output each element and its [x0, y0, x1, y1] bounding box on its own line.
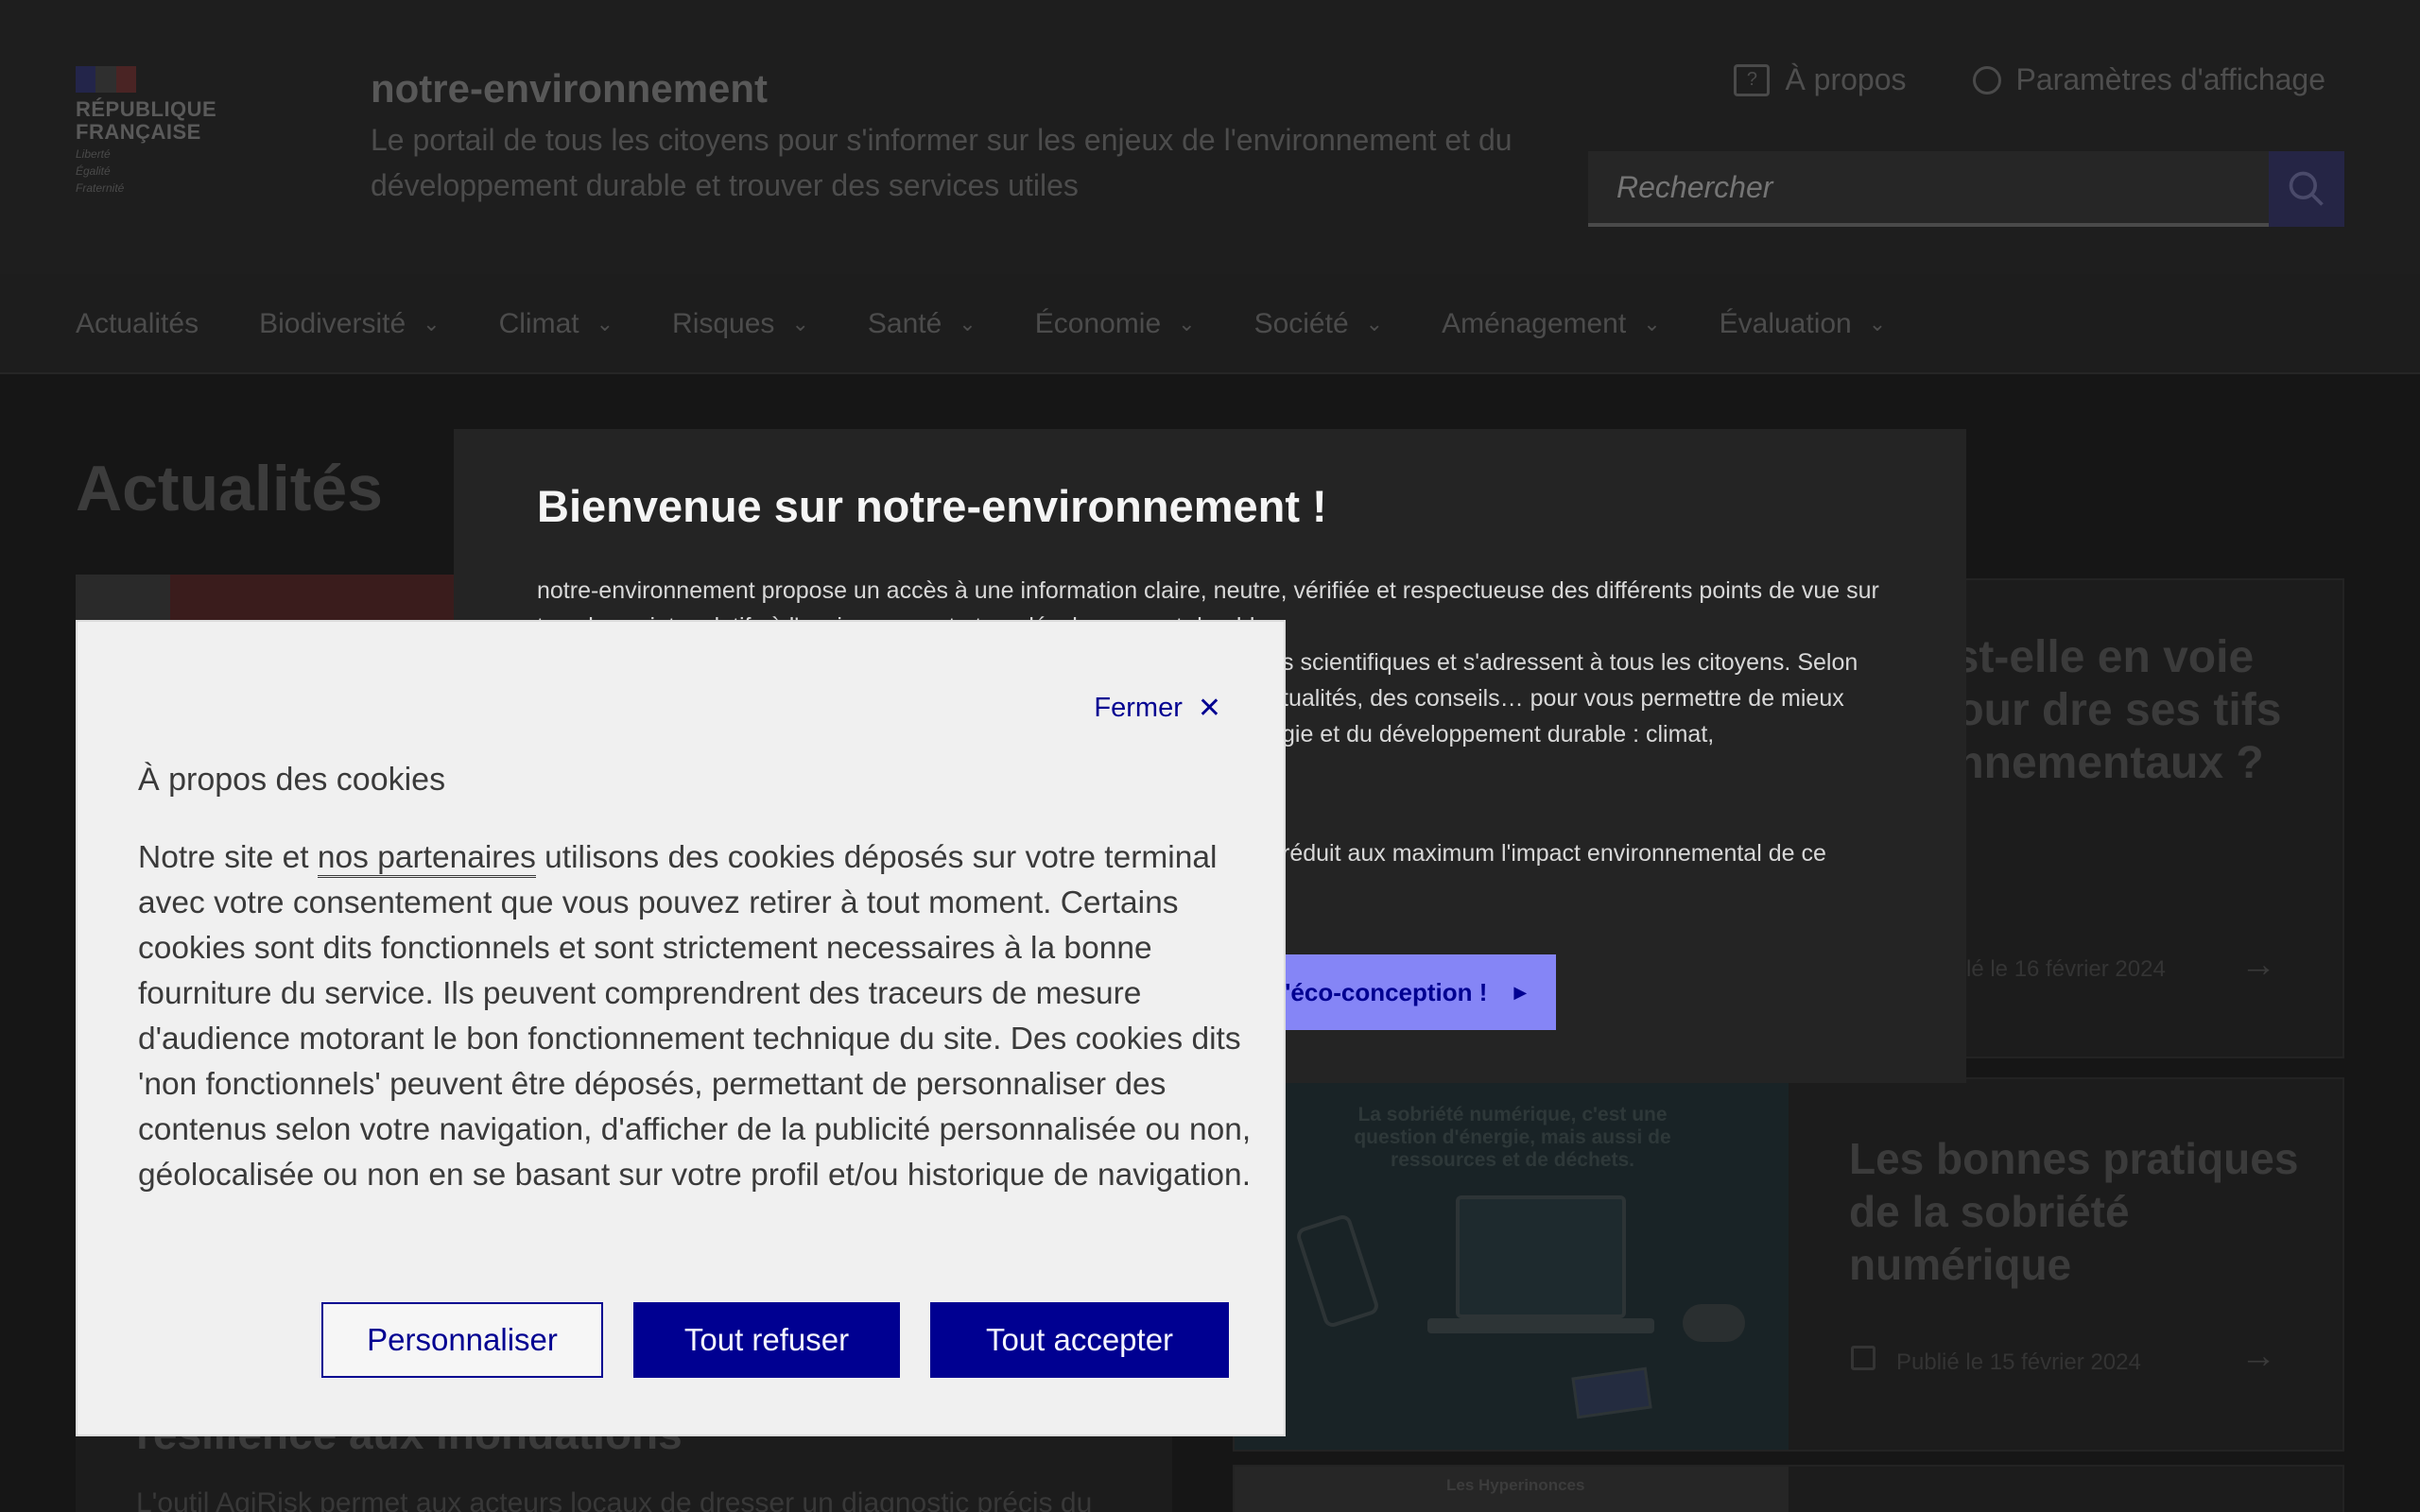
question-icon: ? [1734, 63, 1771, 96]
partners-link[interactable]: nos partenaires [317, 840, 536, 878]
nav-item-amenagement[interactable]: Aménagement ⌄ [1442, 308, 1661, 340]
logo-line-2: FRANÇAISE [76, 120, 201, 144]
chevron-down-icon: ⌄ [596, 312, 614, 335]
eco-conception-label: l'éco-conception ! [1278, 977, 1488, 1006]
welcome-paragraph-2: s scientifiques et s'adressent à tous le… [1282, 649, 1858, 676]
news-card-2-title[interactable]: Les bonnes pratiques de la sobriété numé… [1849, 1132, 2303, 1291]
news-card-1-date: lé le 16 février 2024 [1966, 956, 2166, 982]
customize-button[interactable]: Personnaliser [321, 1302, 603, 1378]
caret-right-icon: ▶ [1513, 982, 1528, 1002]
welcome-paragraph-4: gie et du développement durable : climat… [1282, 721, 1715, 747]
nav-item-climat[interactable]: Climat ⌄ [499, 308, 614, 340]
eco-conception-button[interactable]: l'éco-conception ! ▶ [1278, 954, 1556, 1030]
refuse-all-button[interactable]: Tout refuser [633, 1302, 900, 1378]
display-settings-link[interactable]: Paramètres d'affichage [1972, 62, 2325, 97]
flag-icon [76, 66, 136, 93]
search-icon [2289, 171, 2324, 206]
cookie-consent-modal: Fermer ✕ À propos des cookies Notre site… [76, 620, 1286, 1436]
nav-item-risques[interactable]: Risques ⌄ [672, 308, 809, 340]
news-card-1-title[interactable]: est-elle en voie pour dre ses tifs onnem… [1928, 631, 2325, 790]
chevron-down-icon: ⌄ [1868, 312, 1887, 335]
calendar-icon [1851, 1346, 1876, 1370]
site-tagline: Le portail de tous les citoyens pour s'i… [371, 123, 1512, 202]
header-tools: ? À propos Paramètres d'affichage [1734, 62, 2325, 97]
nav-item-sante[interactable]: Santé ⌄ [868, 308, 977, 340]
page-title: Actualités [76, 453, 383, 524]
nav-item-societe[interactable]: Société ⌄ [1254, 308, 1384, 340]
cookie-body-start: Notre site et [138, 840, 318, 875]
chevron-down-icon: ⌄ [423, 312, 441, 335]
laptop-base-illustration [1427, 1318, 1654, 1333]
about-link[interactable]: ? À propos [1734, 62, 1907, 97]
close-button-label: Fermer [1094, 693, 1183, 723]
welcome-paragraph-3: tualités, des conseils… pour vous permet… [1282, 685, 1844, 712]
nav-item-label: Climat [498, 308, 579, 339]
featured-card-description: L'outil AgiRisk permet aux acteurs locau… [136, 1487, 1093, 1512]
site-header: RÉPUBLIQUE FRANÇAISE Liberté Égalité Fra… [0, 0, 2420, 274]
nav-item-label: Évaluation [1719, 308, 1852, 339]
nav-item-label: Aménagement [1442, 308, 1627, 339]
featured-card-image [76, 575, 454, 622]
nav-item-label: Risques [672, 308, 775, 339]
accept-all-button[interactable]: Tout accepter [930, 1302, 1229, 1378]
nav-item-label: Biodiversité [259, 308, 406, 339]
close-button[interactable]: Fermer ✕ [1094, 692, 1221, 725]
nav-item-label: Économie [1034, 308, 1162, 339]
about-link-label: À propos [1785, 62, 1907, 96]
chevron-down-icon: ⌄ [1178, 312, 1196, 335]
chevron-down-icon: ⌄ [1365, 312, 1384, 335]
nav-item-economie[interactable]: Économie ⌄ [1035, 308, 1196, 340]
motto-line-3: Fraternité [76, 181, 125, 195]
theme-icon [1972, 65, 2001, 94]
main-navigation: Actualités Biodiversité ⌄ Climat ⌄ Risques… [0, 274, 2420, 374]
arrow-right-icon: → [2240, 945, 2276, 985]
laptop-illustration [1456, 1195, 1626, 1318]
logo-line-1: RÉPUBLIQUE [76, 97, 217, 121]
nav-item-label: Actualités [76, 308, 199, 339]
gamepad-illustration [1683, 1304, 1745, 1342]
search-input[interactable] [1588, 151, 2269, 227]
news-card-2-date: Publié le 15 février 2024 [1896, 1349, 2141, 1375]
search-bar [1588, 151, 2344, 227]
cookie-body-end: utilisons des cookies déposés sur votre … [138, 840, 1252, 1193]
chevron-down-icon: ⌄ [1643, 312, 1661, 335]
news-card-3-image-text: Les Hyperinonces [1446, 1476, 1585, 1494]
nav-item-label: Société [1253, 308, 1349, 339]
news-card-2-image-text: La sobriété numérique, c'est une questio… [1354, 1104, 1671, 1171]
cookie-description: Notre site et nos partenaires utilisons … [138, 835, 1253, 1198]
motto-line-1: Liberté [76, 147, 111, 161]
chevron-down-icon: ⌄ [959, 312, 977, 335]
search-button[interactable] [2269, 151, 2344, 227]
welcome-title: Bienvenue sur notre-environnement ! [537, 481, 1327, 531]
nav-item-evaluation[interactable]: Évaluation ⌄ [1720, 308, 1887, 340]
cookie-title: À propos des cookies [138, 762, 446, 798]
nav-item-label: Santé [867, 308, 942, 339]
display-settings-label: Paramètres d'affichage [2015, 62, 2325, 96]
republique-francaise-logo[interactable]: RÉPUBLIQUE FRANÇAISE Liberté Égalité Fra… [76, 66, 236, 195]
cookie-actions: Personnaliser Tout refuser Tout accepter [321, 1302, 1229, 1378]
arrow-right-icon: → [2240, 1336, 2276, 1376]
nav-item-biodiversite[interactable]: Biodiversité ⌄ [259, 308, 441, 340]
close-icon: ✕ [1197, 693, 1221, 724]
welcome-paragraph-5: réduit aux maximum l'impact environnemen… [1282, 840, 1826, 867]
site-title[interactable]: notre-environnement [371, 66, 768, 112]
motto-line-2: Égalité [76, 164, 111, 178]
chevron-down-icon: ⌄ [791, 312, 809, 335]
nav-item-actualites[interactable]: Actualités [76, 308, 199, 340]
